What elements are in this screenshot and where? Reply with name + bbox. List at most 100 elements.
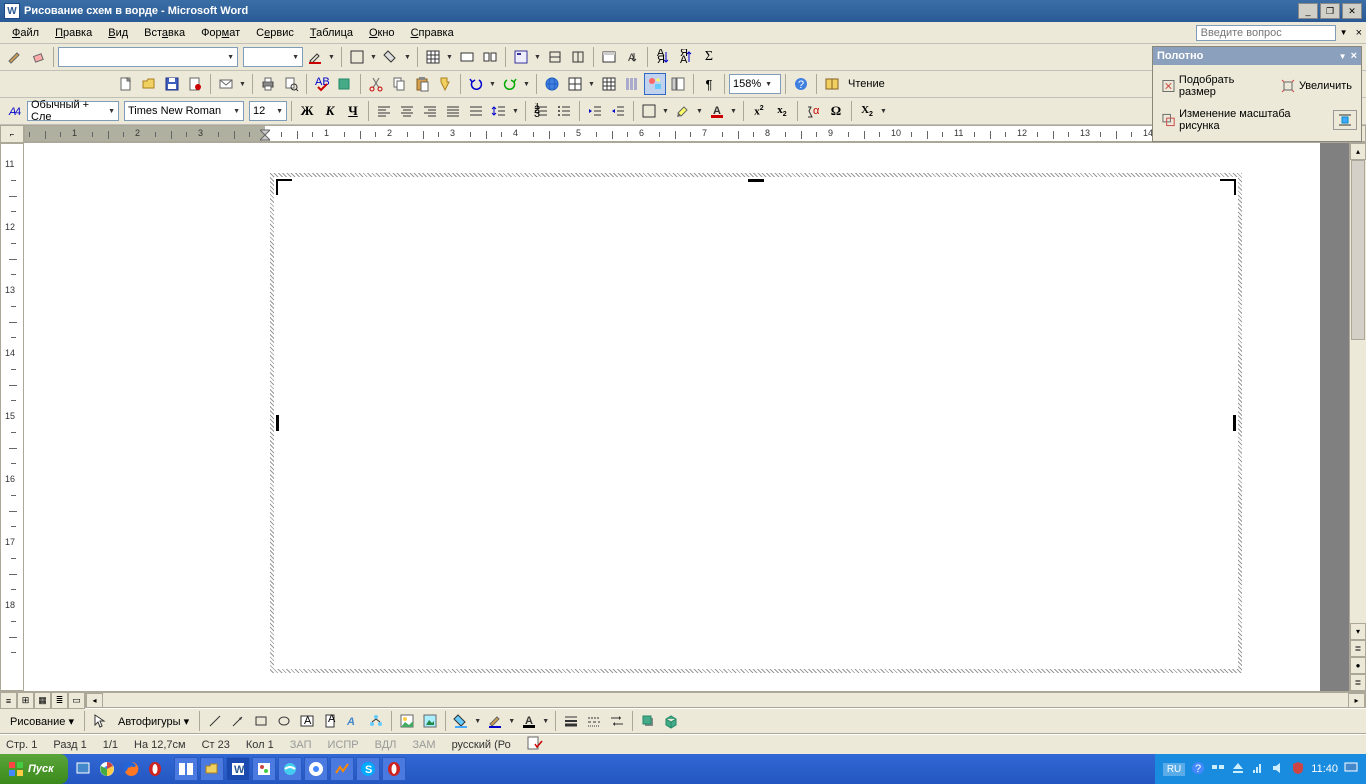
format-painter-icon[interactable] — [434, 73, 456, 95]
tray-monitor-icon[interactable] — [1344, 761, 1358, 778]
vertical-ruler[interactable]: 1112131415161718 — [0, 143, 24, 691]
canvas-handle-r[interactable] — [1233, 415, 1236, 431]
font-combo[interactable]: Times New Roman▼ — [124, 101, 244, 121]
distribute-rows-icon[interactable] — [544, 46, 566, 68]
reading-view-icon[interactable]: ▭ — [68, 692, 85, 709]
vertical-textbox-icon[interactable]: A — [319, 710, 341, 732]
permissions-icon[interactable] — [184, 73, 206, 95]
panel-options-icon[interactable]: ▼ — [1339, 52, 1347, 61]
wordart-icon[interactable]: A — [342, 710, 364, 732]
excel-icon[interactable] — [598, 73, 620, 95]
align-cell-icon[interactable] — [510, 46, 532, 68]
show-marks-icon[interactable]: ¶ — [698, 73, 720, 95]
start-button[interactable]: Пуск — [0, 754, 68, 784]
menu-window[interactable]: Окно — [361, 25, 403, 41]
task-word[interactable]: W — [226, 757, 250, 781]
outside-border-dropdown[interactable]: ▼ — [660, 100, 671, 122]
menu-help[interactable]: Справка — [403, 25, 462, 41]
autoshapes-menu[interactable]: Автофигуры ▾ — [112, 713, 195, 730]
close-button[interactable]: ✕ — [1342, 3, 1362, 19]
menubar-close-icon[interactable]: × — [1356, 27, 1362, 39]
open-icon[interactable] — [138, 73, 160, 95]
numbering-icon[interactable]: 123 — [530, 100, 552, 122]
minimize-button[interactable]: _ — [1298, 3, 1318, 19]
panel-fit-button[interactable]: Подобрать размер — [1157, 71, 1272, 101]
underline-icon[interactable]: Ч — [342, 100, 364, 122]
drawing-menu[interactable]: Рисование ▾ — [4, 713, 80, 730]
save-icon[interactable] — [161, 73, 183, 95]
email-dropdown[interactable]: ▼ — [237, 73, 248, 95]
shading-dropdown[interactable]: ▼ — [402, 46, 413, 68]
oval-icon[interactable] — [273, 710, 295, 732]
cut-icon[interactable] — [365, 73, 387, 95]
tray-volume-icon[interactable] — [1271, 761, 1285, 778]
ask-question-input[interactable] — [1196, 25, 1336, 41]
web-view-icon[interactable]: ⊞ — [17, 692, 34, 709]
draw-font-color-dropdown[interactable]: ▼ — [540, 710, 551, 732]
task-paint[interactable] — [252, 757, 276, 781]
menu-insert[interactable]: Вставка — [136, 25, 193, 41]
show-desktop-icon[interactable] — [72, 758, 94, 780]
scroll-down-button[interactable]: ▾ — [1350, 623, 1366, 640]
task-ie[interactable] — [278, 757, 302, 781]
highlight-icon[interactable] — [672, 100, 694, 122]
redo-dropdown[interactable]: ▼ — [521, 73, 532, 95]
sort-asc-icon[interactable]: АЯ — [652, 46, 674, 68]
docmap-icon[interactable] — [667, 73, 689, 95]
shading-color-icon[interactable] — [380, 46, 402, 68]
page[interactable] — [24, 143, 1320, 691]
scroll-right-button[interactable]: ▸ — [1348, 693, 1365, 708]
reading-label[interactable]: Чтение — [844, 78, 889, 90]
tray-clock[interactable]: 11:40 — [1311, 763, 1338, 775]
print-view-icon[interactable]: ▦ — [34, 692, 51, 709]
panel-close-icon[interactable]: × — [1351, 50, 1357, 62]
equation-icon[interactable]: α — [802, 100, 824, 122]
menu-file[interactable]: Файл — [4, 25, 47, 41]
menu-view[interactable]: Вид — [100, 25, 136, 41]
char-scaling-icon[interactable]: X2 — [856, 100, 878, 122]
ruler-corner[interactable]: ⌐ — [0, 125, 24, 143]
email-icon[interactable] — [215, 73, 237, 95]
bold-icon[interactable]: Ж — [296, 100, 318, 122]
textbox-icon[interactable]: A — [296, 710, 318, 732]
line-style-icon[interactable] — [560, 710, 582, 732]
italic-icon[interactable]: К — [319, 100, 341, 122]
arrow-style-icon[interactable] — [606, 710, 628, 732]
task-totalcmd[interactable] — [174, 757, 198, 781]
line-spacing-icon[interactable] — [488, 100, 510, 122]
browse-object-button[interactable]: ● — [1350, 657, 1366, 674]
panel-scale-button[interactable]: Изменение масштаба рисунка — [1157, 105, 1329, 135]
draw-font-color-icon[interactable]: A — [518, 710, 540, 732]
firefox-icon[interactable] — [120, 758, 142, 780]
align-cell-dropdown[interactable]: ▼ — [532, 46, 543, 68]
canvas-handle-l[interactable] — [276, 415, 279, 431]
fill-color-icon[interactable] — [450, 710, 472, 732]
line-spacing-dropdown[interactable]: ▼ — [510, 100, 521, 122]
undo-icon[interactable] — [465, 73, 487, 95]
task-matlab[interactable] — [330, 757, 354, 781]
line-color-icon[interactable] — [484, 710, 506, 732]
task-folder[interactable] — [200, 757, 224, 781]
tables-borders-icon[interactable] — [564, 73, 586, 95]
styles-pane-icon[interactable]: A4 — [4, 100, 26, 122]
print-icon[interactable] — [257, 73, 279, 95]
text-direction-icon[interactable]: A — [621, 46, 643, 68]
font-color-icon[interactable]: A — [706, 100, 728, 122]
undo-dropdown[interactable]: ▼ — [487, 73, 498, 95]
status-rec[interactable]: ЗАП — [290, 739, 312, 751]
rectangle-icon[interactable] — [250, 710, 272, 732]
panel-wrap-button[interactable] — [1333, 110, 1357, 130]
dash-style-icon[interactable] — [583, 710, 605, 732]
task-chrome2[interactable] — [304, 757, 328, 781]
arrow-icon[interactable] — [227, 710, 249, 732]
select-objects-icon[interactable] — [89, 710, 111, 732]
horizontal-ruler[interactable]: 1234567891011121314151617321 — [24, 125, 1349, 142]
columns-icon[interactable] — [621, 73, 643, 95]
paste-icon[interactable] — [411, 73, 433, 95]
clipart-icon[interactable] — [396, 710, 418, 732]
tray-shield-icon[interactable] — [1291, 761, 1305, 778]
redo-icon[interactable] — [499, 73, 521, 95]
status-ext[interactable]: ВДЛ — [375, 739, 397, 751]
tray-network-icon[interactable] — [1211, 761, 1225, 778]
line-icon[interactable] — [204, 710, 226, 732]
